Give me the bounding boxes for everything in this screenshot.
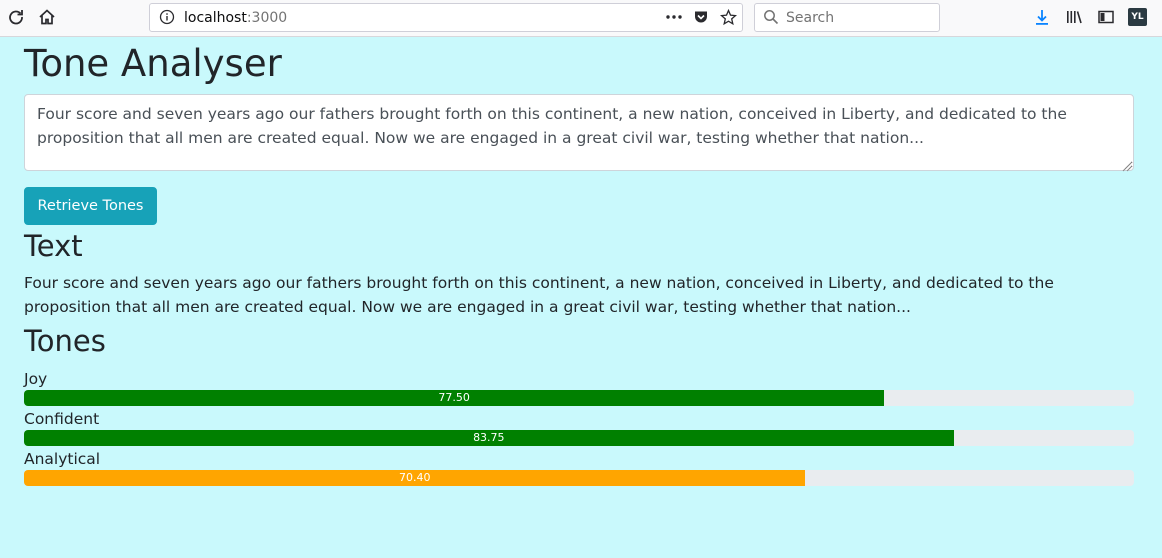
tone-bar-joy: 77.50 bbox=[24, 390, 885, 406]
url-host: localhost bbox=[184, 10, 247, 26]
text-input[interactable]: Four score and seven years ago our fathe… bbox=[24, 94, 1134, 171]
page-actions-icon[interactable] bbox=[665, 9, 683, 25]
tone-progress-joy: 77.50 bbox=[24, 390, 1134, 406]
resize-handle-icon[interactable] bbox=[1120, 157, 1132, 172]
tones-heading: Tones bbox=[24, 324, 106, 358]
reload-icon[interactable] bbox=[7, 8, 25, 26]
retrieve-tones-button[interactable]: Retrieve Tones bbox=[24, 187, 157, 225]
site-info-icon[interactable] bbox=[159, 9, 175, 25]
url-text[interactable]: localhost:3000 bbox=[184, 10, 287, 26]
tone-bar-analytical: 70.40 bbox=[24, 470, 806, 486]
tone-label-joy: Joy bbox=[24, 370, 48, 388]
url-bar[interactable]: localhost:3000 bbox=[149, 3, 743, 32]
text-heading: Text bbox=[24, 229, 83, 263]
sidebar-icon[interactable] bbox=[1097, 8, 1115, 26]
search-icon bbox=[763, 9, 779, 25]
search-bar[interactable]: Search bbox=[754, 3, 940, 32]
search-placeholder: Search bbox=[786, 10, 835, 26]
library-icon[interactable] bbox=[1065, 8, 1083, 26]
downloads-icon[interactable] bbox=[1033, 8, 1051, 26]
profile-avatar[interactable]: YL bbox=[1128, 8, 1147, 26]
tone-bar-confident: 83.75 bbox=[24, 430, 954, 446]
bookmark-star-icon[interactable] bbox=[719, 8, 738, 26]
browser-toolbar: localhost:3000 Search YL bbox=[0, 0, 1162, 37]
tone-progress-confident: 83.75 bbox=[24, 430, 1134, 446]
url-port: :3000 bbox=[246, 10, 288, 26]
tone-label-confident: Confident bbox=[24, 410, 100, 428]
pocket-icon[interactable] bbox=[693, 9, 709, 25]
home-icon[interactable] bbox=[38, 8, 56, 26]
page-title: Tone Analyser bbox=[24, 42, 282, 85]
analysed-text: Four score and seven years ago our fathe… bbox=[24, 274, 1054, 316]
tone-label-analytical: Analytical bbox=[24, 450, 101, 468]
tone-progress-analytical: 70.40 bbox=[24, 470, 1134, 486]
